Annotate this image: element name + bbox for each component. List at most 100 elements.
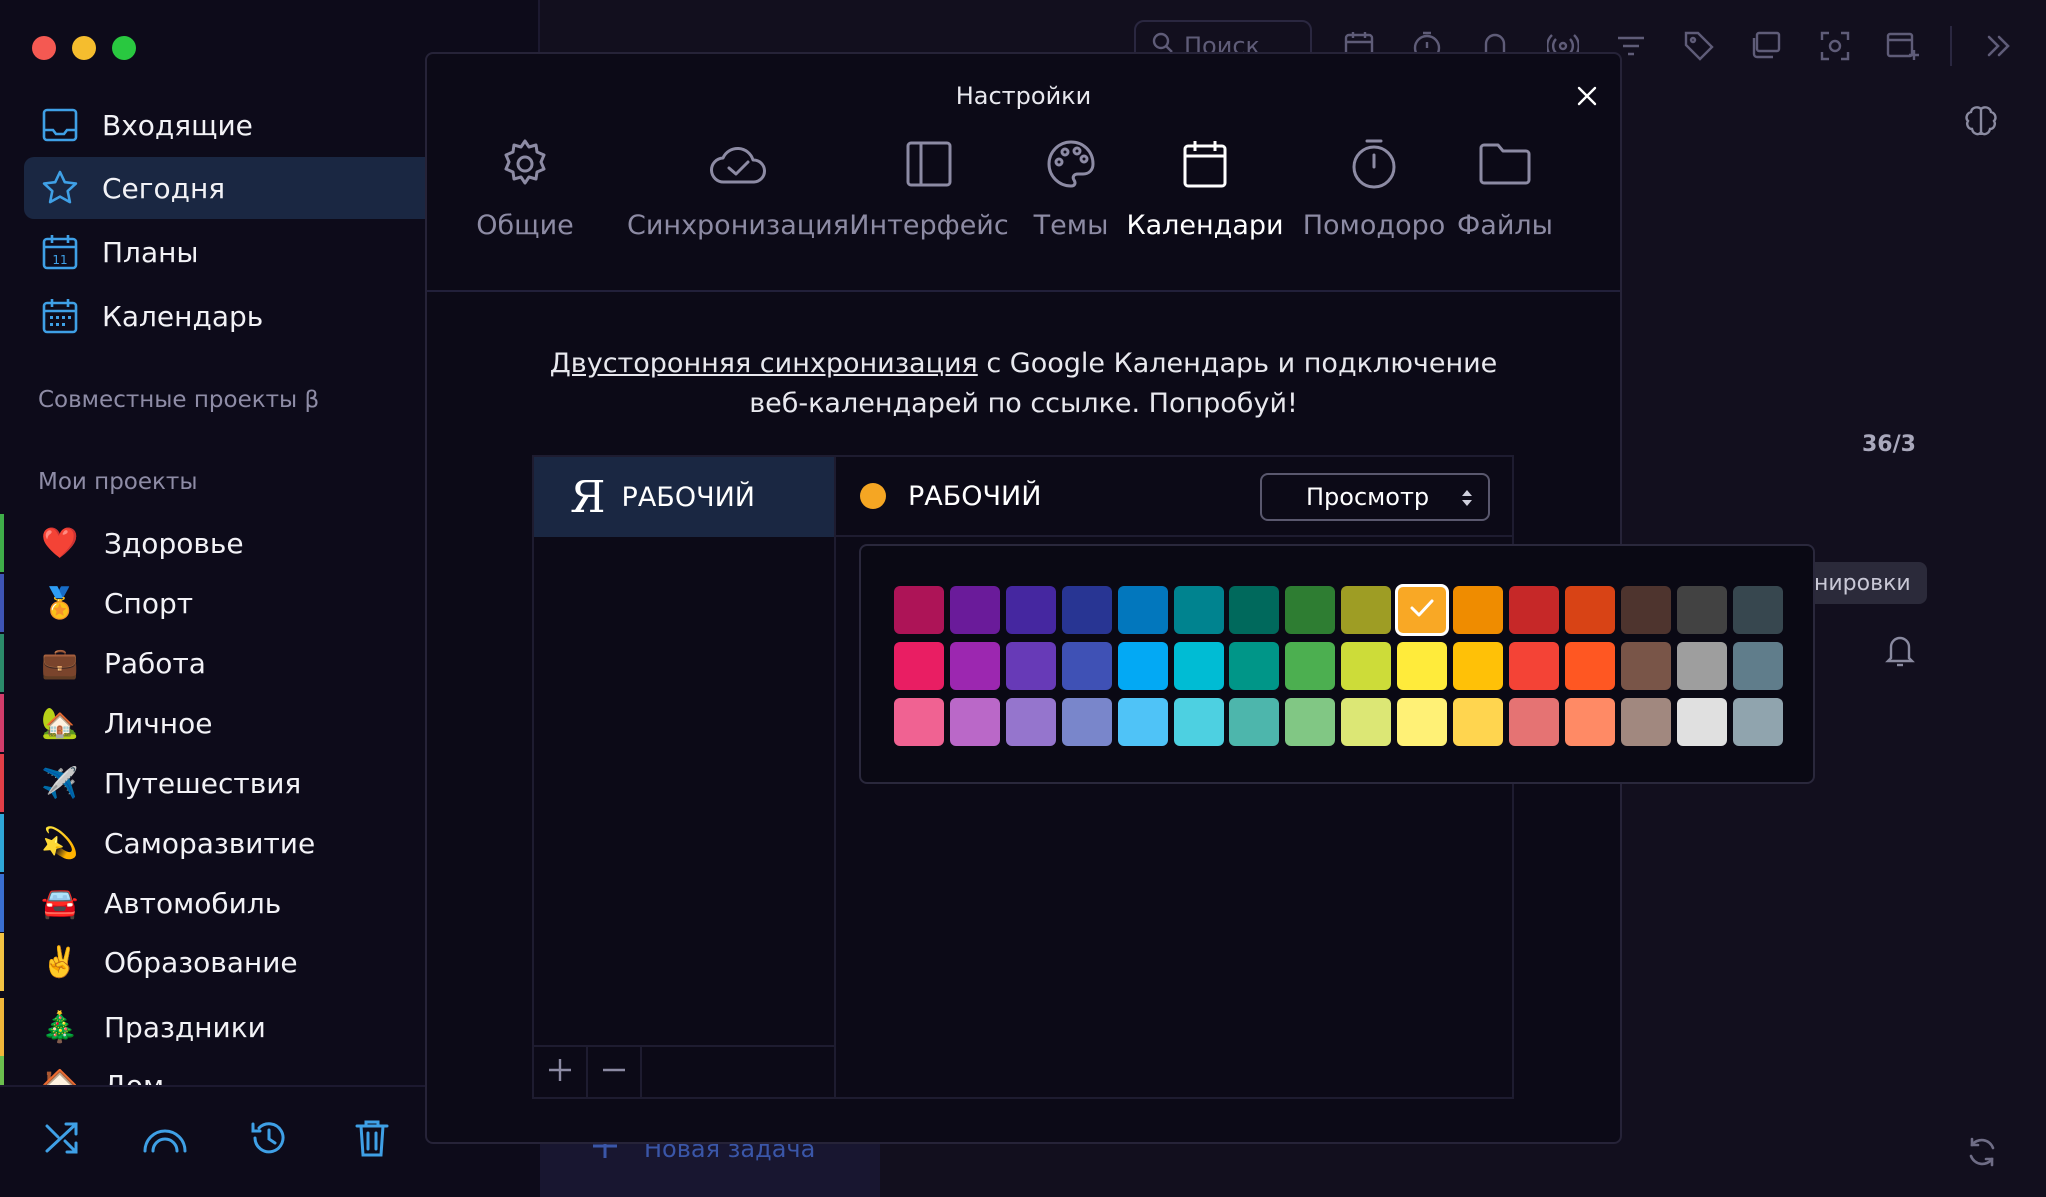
calendar-color-dot[interactable] <box>860 483 886 509</box>
color-swatch[interactable] <box>1285 586 1336 634</box>
color-swatch[interactable] <box>1564 641 1615 690</box>
focus-icon[interactable] <box>1814 25 1856 67</box>
color-swatch[interactable] <box>1061 697 1112 746</box>
tab-pomodoro[interactable]: Помодоро <box>1303 134 1445 241</box>
color-swatch[interactable] <box>1732 697 1783 746</box>
color-swatch[interactable] <box>1341 641 1392 690</box>
brain-icon[interactable] <box>1962 104 2000 146</box>
project-emoji: 🚘 <box>41 885 79 921</box>
tab-calendars-label: Календари <box>1126 210 1284 241</box>
timer-icon <box>1344 134 1404 194</box>
tag-chip[interactable]: нировки <box>1800 562 1927 604</box>
bell-icon[interactable] <box>1884 632 1916 672</box>
tab-calendars[interactable]: Календари <box>1126 134 1284 241</box>
color-swatch[interactable] <box>1341 697 1392 746</box>
minimize-window-button[interactable] <box>72 36 96 60</box>
tab-interface[interactable]: Интерфейс <box>847 134 1011 241</box>
color-swatch[interactable] <box>1285 697 1336 746</box>
calendar-item[interactable]: РАБОЧИЙ Просмотр <box>836 457 1514 537</box>
color-swatch[interactable] <box>1508 697 1559 746</box>
trash-button[interactable] <box>347 1115 397 1165</box>
signal-button[interactable] <box>140 1115 190 1165</box>
color-swatch[interactable] <box>1732 641 1783 690</box>
nav-today-label: Сегодня <box>102 171 226 205</box>
tab-files-label: Файлы <box>1457 210 1553 241</box>
remove-account-button[interactable] <box>588 1047 642 1097</box>
task-counter: 36/3 <box>1862 432 1916 457</box>
history-button[interactable] <box>244 1115 294 1165</box>
color-swatch[interactable] <box>1117 586 1168 634</box>
project-label: Здоровье <box>104 526 244 560</box>
color-swatch[interactable] <box>1229 697 1280 746</box>
add-calendar-icon[interactable] <box>1882 25 1924 67</box>
close-window-button[interactable] <box>32 36 56 60</box>
color-swatch[interactable] <box>1676 697 1727 746</box>
color-swatch[interactable] <box>1395 584 1450 636</box>
color-swatch[interactable] <box>1061 641 1112 690</box>
color-swatch[interactable] <box>1229 641 1280 690</box>
color-swatch[interactable] <box>1397 697 1448 746</box>
project-label: Личное <box>104 706 213 740</box>
account-item[interactable]: Я РАБОЧИЙ <box>534 457 834 537</box>
project-label: Автомобиль <box>104 886 282 920</box>
chevron-double-right-icon[interactable] <box>1978 25 2020 67</box>
sync-icon[interactable] <box>1966 1136 1998 1172</box>
color-swatch[interactable] <box>1117 697 1168 746</box>
color-swatch[interactable] <box>1341 586 1392 634</box>
color-swatch[interactable] <box>1229 586 1280 634</box>
color-swatch[interactable] <box>1676 641 1727 690</box>
color-swatch[interactable] <box>1285 641 1336 690</box>
color-swatch[interactable] <box>1453 586 1503 634</box>
color-swatch[interactable] <box>1732 586 1783 634</box>
color-swatch[interactable] <box>949 641 1000 690</box>
color-swatch[interactable] <box>1453 641 1503 690</box>
color-swatch[interactable] <box>1508 641 1559 690</box>
color-swatch[interactable] <box>949 697 1000 746</box>
project-label: Работа <box>104 646 206 680</box>
project-label: Спорт <box>104 586 194 620</box>
color-swatch[interactable] <box>1620 641 1671 690</box>
color-swatch[interactable] <box>1061 586 1112 634</box>
color-swatch[interactable] <box>894 697 944 746</box>
color-swatch[interactable] <box>949 586 1000 634</box>
project-label: Образование <box>104 945 298 979</box>
modal-title: Настройки <box>955 82 1092 110</box>
color-swatch[interactable] <box>1173 641 1224 690</box>
color-swatch[interactable] <box>1676 586 1727 634</box>
project-emoji: 💼 <box>41 645 79 681</box>
permission-select[interactable]: Просмотр <box>1260 473 1490 521</box>
maximize-window-button[interactable] <box>112 36 136 60</box>
color-swatch[interactable] <box>1564 586 1615 634</box>
color-swatch[interactable] <box>894 641 944 690</box>
sync-promo: Двусторонняя синхронизация с Google Кале… <box>427 344 1620 424</box>
color-swatch[interactable] <box>1005 586 1056 634</box>
card-stack-icon[interactable] <box>1746 25 1788 67</box>
color-swatch[interactable] <box>1173 586 1224 634</box>
shared-projects-title[interactable]: Совместные проекты β <box>38 387 319 413</box>
color-swatch[interactable] <box>1397 641 1448 690</box>
close-button[interactable] <box>1567 78 1607 118</box>
my-projects-title[interactable]: Мои проекты <box>38 469 197 495</box>
color-swatch[interactable] <box>894 586 944 634</box>
color-swatch[interactable] <box>1005 697 1056 746</box>
tag-icon[interactable] <box>1678 25 1720 67</box>
add-account-button[interactable] <box>534 1047 588 1097</box>
tab-files[interactable]: Файлы <box>1457 134 1553 241</box>
color-swatch[interactable] <box>1173 697 1224 746</box>
project-color-bar <box>0 514 4 572</box>
color-swatch[interactable] <box>1453 697 1503 746</box>
color-swatch[interactable] <box>1620 697 1671 746</box>
color-swatch[interactable] <box>1508 586 1559 634</box>
tab-sync[interactable]: Синхронизация <box>602 134 874 241</box>
color-swatch[interactable] <box>1005 641 1056 690</box>
project-color-bar <box>0 874 4 932</box>
color-swatch[interactable] <box>1117 641 1168 690</box>
color-swatch[interactable] <box>1564 697 1615 746</box>
color-swatch[interactable] <box>1620 586 1671 634</box>
two-way-sync-link[interactable]: Двусторонняя синхронизация <box>550 348 978 379</box>
accounts-list: Я РАБОЧИЙ <box>534 457 836 1097</box>
project-emoji: ✌️ <box>41 944 79 980</box>
tab-general[interactable]: Общие <box>469 134 581 241</box>
shuffle-button[interactable] <box>37 1115 87 1165</box>
tab-themes[interactable]: Темы <box>1025 134 1117 241</box>
